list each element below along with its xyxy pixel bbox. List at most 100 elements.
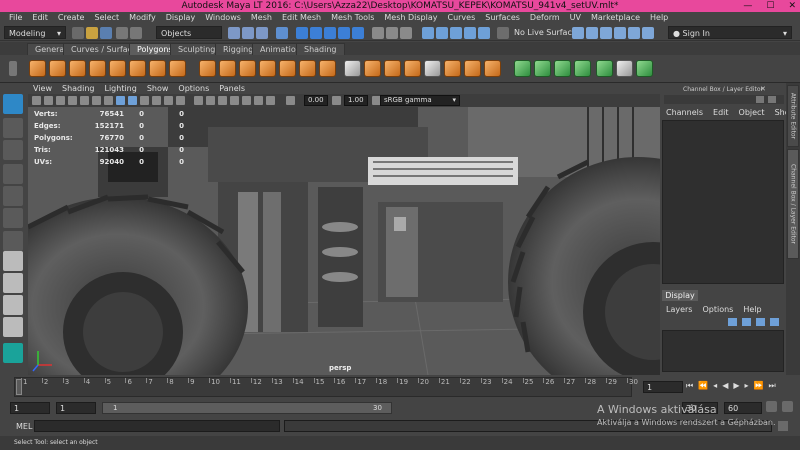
shelf-options-icon[interactable] (8, 60, 18, 77)
vp-menu-view[interactable]: View (28, 84, 57, 94)
step-back-frame-icon[interactable]: ◂ (713, 381, 717, 391)
time-slider[interactable]: 1 2 3 4 5 6 7 8 9 10 11 12 13 14 15 16 17 18 19 20 21 22 23 24 2… (14, 377, 638, 397)
camera-select-icon[interactable] (32, 96, 41, 105)
menu-mesh-tools[interactable]: Mesh Tools (326, 12, 379, 24)
ambient-occlusion-icon[interactable] (230, 96, 239, 105)
snap-point-icon[interactable] (324, 27, 336, 39)
rotate-tool-icon[interactable] (3, 186, 23, 206)
xray-joints-icon[interactable] (218, 96, 227, 105)
menu-edit-mesh[interactable]: Edit Mesh (277, 12, 326, 24)
animation-prefs-icon[interactable] (782, 401, 793, 412)
cylindrical-uv-icon[interactable] (534, 60, 551, 77)
step-back-key-icon[interactable]: ⏪ (698, 381, 708, 391)
vp-menu-lighting[interactable]: Lighting (99, 84, 141, 94)
color-space-dropdown[interactable]: sRGB gamma ▾ (380, 95, 460, 106)
snap-view-plane-icon[interactable] (338, 27, 350, 39)
outliner-layout-icon[interactable] (3, 317, 23, 337)
input-ops-icon[interactable] (386, 27, 398, 39)
single-view-layout-icon[interactable] (3, 251, 23, 271)
vertex-mask-icon[interactable] (276, 27, 288, 39)
selection-mask-dropdown[interactable]: Objects (156, 26, 222, 39)
fill-hole-icon[interactable] (484, 60, 501, 77)
sign-in-dropdown[interactable]: ● Sign In ▾ (668, 26, 792, 39)
last-tool-icon[interactable] (3, 231, 23, 251)
exposure-field[interactable]: 0.00 (304, 95, 328, 106)
menu-mesh[interactable]: Mesh (246, 12, 277, 24)
checker-icon[interactable] (616, 60, 633, 77)
textured-icon[interactable] (152, 96, 161, 105)
camera-attr-icon[interactable] (44, 96, 53, 105)
menu-uv[interactable]: UV (565, 12, 586, 24)
minimize-icon[interactable]: — (743, 1, 752, 11)
poly-pipe-icon[interactable] (149, 60, 166, 77)
step-forward-key-icon[interactable]: ⏩ (754, 381, 764, 391)
select-tool-icon[interactable] (3, 94, 23, 114)
isolate-select-icon[interactable] (194, 96, 203, 105)
poly-disc-icon[interactable] (169, 60, 186, 77)
go-to-start-icon[interactable]: ⏮ (686, 381, 693, 391)
combine-icon[interactable] (199, 60, 216, 77)
wireframe-on-shaded-icon[interactable] (140, 96, 149, 105)
select-hierarchy-icon[interactable] (228, 27, 240, 39)
command-input[interactable] (34, 420, 280, 432)
vp-menu-show[interactable]: Show (142, 84, 174, 94)
planar-uv-icon[interactable] (514, 60, 531, 77)
bookmark-icon[interactable] (56, 96, 65, 105)
cut-uv-icon[interactable] (596, 60, 613, 77)
render-frame-icon[interactable] (422, 27, 434, 39)
layer-move-down-icon[interactable] (742, 318, 751, 326)
soft-select-icon[interactable] (600, 27, 612, 39)
playback-start-field[interactable]: 1 (56, 402, 96, 414)
snap-curve-icon[interactable] (310, 27, 322, 39)
cb-menu-channels[interactable]: Channels (666, 108, 703, 117)
snap-grid-icon[interactable] (296, 27, 308, 39)
new-layer-icon[interactable] (756, 318, 765, 326)
menu-edit[interactable]: Edit (27, 12, 53, 24)
smooth-shade-icon[interactable] (128, 96, 137, 105)
gamma-icon[interactable] (332, 96, 341, 105)
layers-menu-options[interactable]: Options (702, 305, 733, 314)
shelf-tab-shading[interactable]: Shading (296, 43, 345, 55)
range-slider[interactable]: 1 30 (102, 402, 392, 414)
channel-box-option-icon[interactable] (756, 96, 764, 103)
ipr-render-icon[interactable] (436, 27, 448, 39)
select-component-icon[interactable] (256, 27, 268, 39)
exposure-icon[interactable] (286, 96, 295, 105)
start-time-field[interactable]: 1 (10, 402, 50, 414)
poly-cube-icon[interactable] (49, 60, 66, 77)
render-settings-icon[interactable] (450, 27, 462, 39)
new-scene-icon[interactable] (72, 27, 84, 39)
script-editor-icon[interactable] (778, 421, 788, 431)
move-tool-icon[interactable] (3, 164, 23, 184)
play-backward-icon[interactable]: ◀ (722, 381, 728, 391)
gamma-field[interactable]: 1.00 (344, 95, 368, 106)
maximize-icon[interactable]: ☐ (766, 1, 774, 11)
shadows-icon[interactable] (176, 96, 185, 105)
extract-icon[interactable] (239, 60, 256, 77)
lasso-tool-icon[interactable] (3, 118, 23, 138)
save-scene-icon[interactable] (100, 27, 112, 39)
menu-modify[interactable]: Modify (124, 12, 161, 24)
xray-icon[interactable] (206, 96, 215, 105)
step-forward-frame-icon[interactable]: ▸ (745, 381, 749, 391)
live-surface-icon[interactable] (497, 27, 509, 39)
film-gate-icon[interactable] (92, 96, 101, 105)
cb-menu-edit[interactable]: Edit (713, 108, 729, 117)
layer-list[interactable] (662, 330, 784, 372)
live-surface-label[interactable]: No Live Surface (514, 28, 577, 37)
channel-box-tab[interactable]: Channel Box / Layer Editor (787, 149, 799, 259)
menu-deform[interactable]: Deform (525, 12, 565, 24)
new-layer-selected-icon[interactable] (770, 318, 779, 326)
scale-tool-icon[interactable] (3, 208, 23, 228)
snap-live-icon[interactable] (352, 27, 364, 39)
history-icon[interactable] (372, 27, 384, 39)
pivot-icon[interactable] (642, 27, 654, 39)
mirror-icon[interactable] (319, 60, 336, 77)
wireframe-icon[interactable] (116, 96, 125, 105)
booleans-icon[interactable] (259, 60, 276, 77)
channel-box-layout-icon[interactable] (768, 96, 776, 103)
layers-menu-layers[interactable]: Layers (666, 305, 692, 314)
cb-menu-object[interactable]: Object (739, 108, 765, 117)
motion-blur-icon[interactable] (242, 96, 251, 105)
menu-create[interactable]: Create (53, 12, 90, 24)
